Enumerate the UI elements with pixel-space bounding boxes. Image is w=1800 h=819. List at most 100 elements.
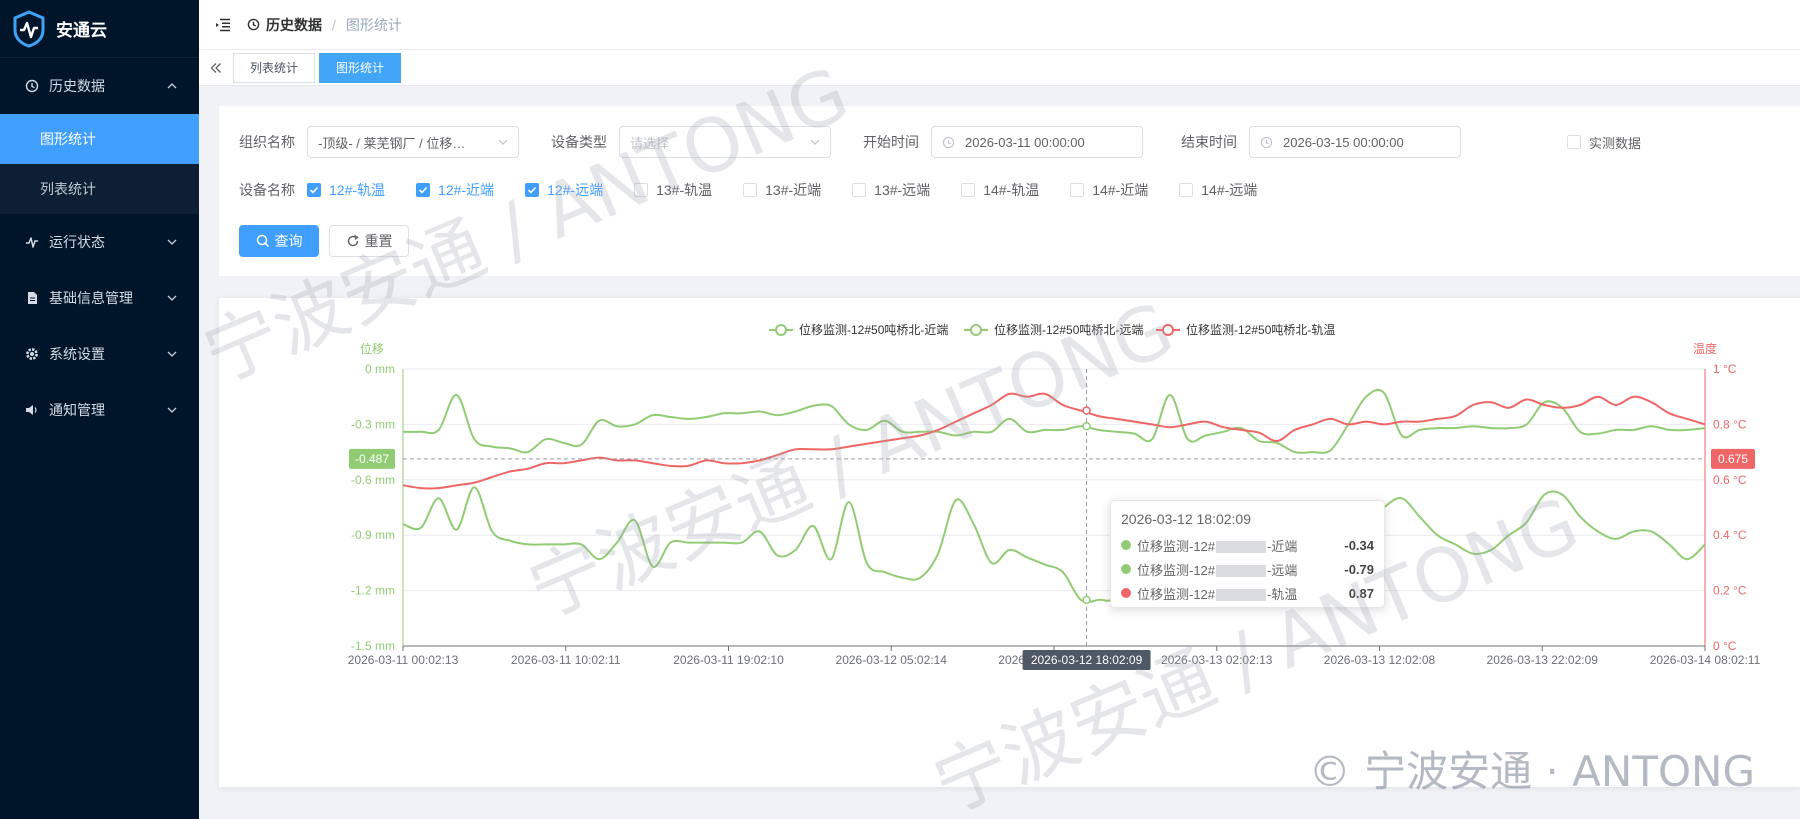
axis-pointer-right-value: 0.675 — [1718, 452, 1748, 466]
tooltip-series-suffix: -远端 — [1267, 562, 1298, 578]
tab-list-stats[interactable]: 列表统计 — [233, 52, 316, 83]
device-type-label: 设备类型 — [551, 134, 607, 150]
tooltip-series-prefix: 位移监测-12# — [1137, 562, 1216, 578]
device-checkbox[interactable]: 12#-轨温 — [307, 180, 385, 200]
query-button[interactable]: 查询 — [239, 225, 319, 257]
menu-history[interactable]: 历史数据 — [0, 58, 199, 114]
x-tick-label: 2026-03-13 22:02:09 — [1487, 653, 1599, 667]
tooltip-row: 位移监测-12# -近端 -0.34 — [1121, 533, 1374, 557]
y-right-tick-label: 0.4 °C — [1713, 528, 1747, 542]
end-time-picker[interactable]: 2026-03-15 00:00:00 — [1249, 126, 1461, 158]
x-tick-label: 2026-03-13 12:02:08 — [1324, 653, 1436, 667]
submenu-item-chart-stats[interactable]: 图形统计 — [0, 114, 199, 164]
history-icon — [24, 78, 40, 94]
submenu-item-list-stats[interactable]: 列表统计 — [0, 164, 199, 214]
y-right-tick-label: 0.6 °C — [1713, 473, 1747, 487]
device-checkbox[interactable]: 13#-远端 — [852, 180, 930, 200]
checkbox-checked-icon — [416, 183, 431, 197]
y-left-tick-label: -0.9 mm — [351, 528, 395, 542]
y-left-tick-label: -1.2 mm — [351, 584, 395, 598]
shield-logo-icon — [12, 9, 46, 48]
hover-point — [1082, 595, 1091, 605]
legend-marker — [970, 324, 982, 336]
menu-notifications[interactable]: 通知管理 — [0, 382, 199, 438]
legend-label: 位移监测-12#50吨桥北-轨温 — [1186, 322, 1335, 337]
device-checkbox[interactable]: 14#-轨温 — [961, 180, 1039, 200]
tab-chart-stats[interactable]: 图形统计 — [319, 52, 402, 83]
menu-history-label: 历史数据 — [49, 78, 105, 94]
breadcrumb-item-history[interactable]: 历史数据 — [266, 15, 322, 35]
org-select-value: -顶级- / 莱芜钢厂 / 位移… — [318, 135, 466, 151]
menu-system-settings[interactable]: 系统设置 — [0, 326, 199, 382]
y-right-axis-title: 温度 — [1693, 341, 1717, 356]
start-time-value: 2026-03-11 00:00:00 — [965, 134, 1085, 150]
device-checkbox-label: 13#-远端 — [874, 182, 931, 198]
search-icon — [256, 234, 270, 248]
filter-row-2: 设备名称 12#-轨温 12#-近端 12#-远端 13#-轨温 13#-近端 13#-远… — [239, 180, 1288, 200]
x-tick-label: 2026-03-11 19:02:10 — [673, 653, 784, 667]
menu-run-status[interactable]: 运行状态 — [0, 214, 199, 270]
redacted-block — [1216, 565, 1267, 578]
menu-fold-button[interactable] — [205, 0, 241, 50]
end-time-value: 2026-03-15 00:00:00 — [1283, 134, 1404, 150]
y-right-tick-label: 0.2 °C — [1713, 584, 1747, 598]
device-checkbox-label: 13#-近端 — [765, 182, 822, 198]
checkbox-box — [1567, 135, 1581, 149]
x-tick-label: 2026-03-13 02:02:13 — [1161, 653, 1273, 667]
tooltip-series-suffix: -轨温 — [1267, 586, 1298, 602]
device-checkbox[interactable]: 12#-远端 — [525, 180, 603, 200]
clock-icon — [1260, 136, 1273, 149]
chevron-up-icon — [167, 83, 177, 89]
chevron-down-icon — [810, 139, 820, 145]
device-checkbox-label: 14#-轨温 — [983, 182, 1040, 198]
checkbox-checked-icon — [525, 183, 540, 197]
query-button-label: 查询 — [274, 233, 303, 249]
org-select[interactable]: -顶级- / 莱芜钢厂 / 位移… — [307, 126, 519, 158]
hover-point — [1082, 406, 1091, 415]
tooltip-series-value: -0.79 — [1344, 561, 1374, 577]
checkbox-checked-icon — [307, 183, 321, 197]
line-chart[interactable]: 0 mm 1 °C -0.3 mm 0.8 °C -0.6 mm 0.6 °C -0.9 m… — [219, 298, 1800, 787]
tooltip-rows: 位移监测-12# -近端 -0.34 位移监测-12# -远端 -0.79 位移监测-12#… — [1121, 533, 1374, 605]
legend-marker — [775, 324, 787, 336]
device-checkbox[interactable]: 14#-近端 — [1070, 180, 1148, 200]
x-tick-label: 2026-03-14 08:02:11 — [1650, 653, 1761, 667]
document-icon — [24, 290, 40, 306]
device-checkbox[interactable]: 13#-轨温 — [634, 180, 712, 200]
start-time-label: 开始时间 — [863, 134, 919, 150]
checkbox-box — [634, 183, 649, 197]
redacted-block — [1216, 589, 1267, 602]
sidebar: 安通云 历史数据 图形统计 列表统计 运行状态 基础信息管理 系统设置 通知管理 — [0, 0, 199, 819]
breadcrumb: 历史数据 / 图形统计 — [247, 15, 402, 35]
device-checkbox[interactable]: 12#-近端 — [416, 180, 494, 200]
series-line — [402, 486, 1706, 604]
legend-label: 位移监测-12#50吨桥北-远端 — [994, 322, 1143, 337]
y-right-tick-label: 1 °C — [1713, 362, 1737, 376]
series-dot-icon — [1121, 564, 1131, 574]
start-time-picker[interactable]: 2026-03-11 00:00:00 — [931, 126, 1143, 158]
menu-basic-info[interactable]: 基础信息管理 — [0, 270, 199, 326]
brand[interactable]: 安通云 — [0, 0, 199, 58]
checkbox-box — [743, 183, 758, 197]
tooltip-row: 位移监测-12# -远端 -0.79 — [1121, 557, 1374, 581]
tooltip-series-suffix: -近端 — [1267, 538, 1298, 554]
submenu-history: 图形统计 列表统计 — [0, 114, 199, 214]
y-right-tick-label: 0.8 °C — [1713, 417, 1747, 431]
reset-button[interactable]: 重置 — [329, 225, 409, 257]
device-checkbox-label: 14#-近端 — [1092, 182, 1149, 198]
submenu-item-label: 图形统计 — [40, 131, 96, 147]
device-name-label: 设备名称 — [239, 182, 295, 198]
checkbox-box — [1070, 183, 1085, 197]
device-type-select[interactable]: 请选择 — [619, 126, 831, 158]
device-checkbox[interactable]: 14#-远端 — [1179, 180, 1257, 200]
tooltip-series-name: 位移监测-12# -轨温 — [1137, 584, 1334, 603]
chevron-down-icon — [167, 351, 177, 357]
device-checkbox[interactable]: 13#-近端 — [743, 180, 821, 200]
breadcrumb-separator: / — [332, 16, 336, 33]
legend-marker — [1162, 324, 1174, 336]
tooltip-series-prefix: 位移监测-12# — [1137, 538, 1216, 554]
tabs-collapse-button[interactable] — [199, 50, 233, 86]
tooltip-series-value: 0.87 — [1348, 585, 1374, 601]
realtime-data-checkbox[interactable]: 实测数据 — [1567, 133, 1641, 152]
history-icon — [247, 18, 260, 31]
